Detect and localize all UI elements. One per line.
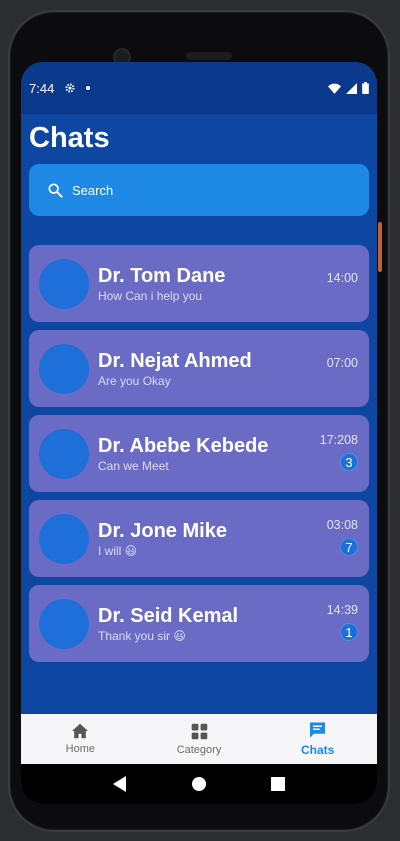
chat-message: I will 😃 bbox=[98, 543, 138, 558]
bottom-navigation: Home Category Chats bbox=[21, 714, 377, 764]
recents-icon[interactable] bbox=[271, 777, 285, 791]
home-circle-icon[interactable] bbox=[191, 776, 207, 792]
system-navigation-bar bbox=[21, 764, 377, 804]
status-bar: 7:44 bbox=[21, 62, 377, 114]
search-icon bbox=[48, 183, 63, 198]
chat-name: Dr. Jone Mike bbox=[98, 519, 227, 542]
chat-name: Dr. Tom Dane bbox=[98, 264, 226, 287]
unread-badge: 7 bbox=[340, 538, 358, 556]
search-bar[interactable]: Search bbox=[29, 164, 369, 216]
chat-message: Are you Okay bbox=[98, 373, 171, 388]
nav-category[interactable]: Category bbox=[140, 714, 259, 764]
search-placeholder: Search bbox=[72, 182, 114, 198]
nav-category-label: Category bbox=[176, 743, 222, 756]
chat-time: 03:08 bbox=[326, 518, 358, 532]
chat-icon bbox=[310, 722, 326, 738]
page-title: Chats bbox=[29, 122, 110, 154]
signal-icon bbox=[346, 82, 357, 94]
nav-chats-label: Chats bbox=[301, 743, 335, 757]
status-time: 7:44 bbox=[29, 80, 55, 96]
back-icon[interactable] bbox=[113, 776, 127, 792]
chat-time: 07:00 bbox=[326, 356, 358, 370]
unread-badge: 3 bbox=[340, 453, 358, 471]
earpiece-speaker bbox=[186, 52, 232, 60]
power-button bbox=[378, 222, 382, 272]
chat-time: 14:39 bbox=[326, 603, 358, 617]
chat-item[interactable]: Dr. Nejat Ahmed Are you Okay 07:00 bbox=[29, 330, 369, 407]
avatar bbox=[39, 428, 89, 479]
chat-list: Dr. Tom Dane How Can i help you 14:00 Dr… bbox=[21, 245, 377, 662]
chat-time: 14:00 bbox=[326, 271, 358, 285]
unread-badge: 1 bbox=[340, 623, 358, 641]
nav-home[interactable]: Home bbox=[21, 714, 140, 764]
avatar bbox=[39, 598, 89, 649]
avatar bbox=[39, 513, 89, 564]
wifi-icon bbox=[328, 83, 341, 94]
avatar bbox=[39, 343, 89, 394]
chat-item[interactable]: Dr. Tom Dane How Can i help you 14:00 bbox=[29, 245, 369, 322]
chat-time: 17:208 bbox=[319, 433, 358, 447]
chat-item[interactable]: Dr. Seid Kemal Thank you sir 😃 14:39 1 bbox=[29, 585, 369, 662]
chat-name: Dr. Seid Kemal bbox=[98, 604, 239, 627]
avatar bbox=[39, 258, 89, 309]
home-icon bbox=[72, 723, 89, 739]
chat-item[interactable]: Dr. Jone Mike I will 😃 03:08 7 bbox=[29, 500, 369, 577]
notification-dot-icon bbox=[86, 86, 91, 90]
chat-message: Can we Meet bbox=[98, 458, 169, 473]
chat-name: Dr. Abebe Kebede bbox=[98, 434, 269, 457]
chat-item[interactable]: Dr. Abebe Kebede Can we Meet 17:208 3 bbox=[29, 415, 369, 492]
nav-chats[interactable]: Chats bbox=[258, 714, 377, 764]
grid-icon bbox=[191, 723, 207, 739]
chat-message: How Can i help you bbox=[98, 288, 203, 303]
chat-message: Thank you sir 😃 bbox=[98, 628, 186, 643]
nav-home-label: Home bbox=[65, 743, 95, 755]
battery-icon bbox=[362, 82, 369, 94]
chat-name: Dr. Nejat Ahmed bbox=[98, 349, 252, 372]
settings-gear-icon bbox=[65, 83, 75, 93]
phone-screen: 7:44 Chats Search Dr. Tom Dane How Can i… bbox=[21, 62, 377, 804]
